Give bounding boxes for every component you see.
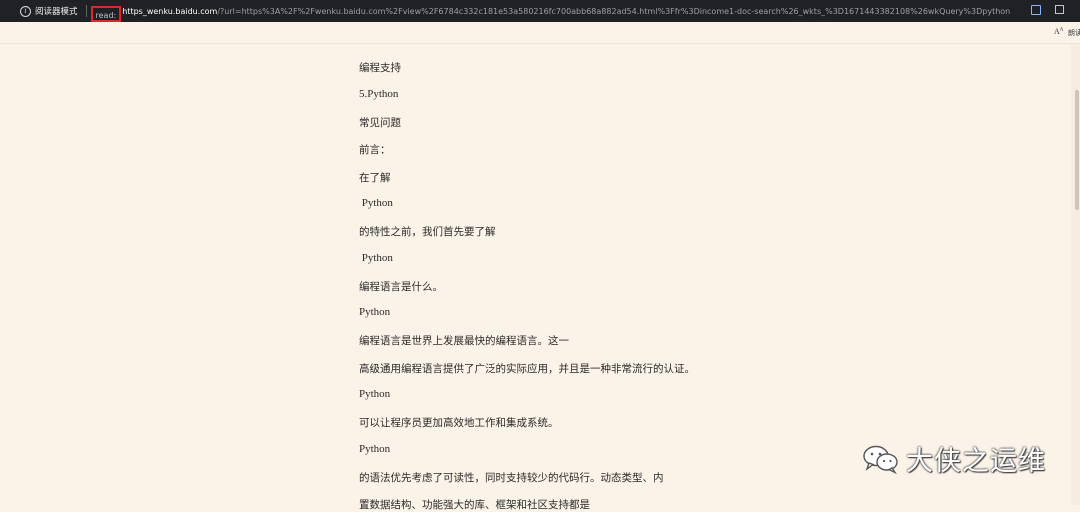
divider	[85, 5, 87, 17]
watermark: 大侠之运维	[862, 439, 1046, 478]
url-path: /?url=https%3A%2F%2Fwenku.baidu.com%2Fvi…	[217, 6, 1011, 16]
scrollbar-thumb[interactable]	[1075, 90, 1079, 210]
url-host: https_wenku.baidu.com	[122, 6, 218, 16]
paragraph: 编程支持	[359, 62, 401, 74]
paragraph: Python	[359, 443, 391, 455]
info-icon: i	[20, 5, 31, 17]
scrollbar[interactable]	[1071, 44, 1080, 505]
text-preferences-icon[interactable]: AA	[1054, 27, 1063, 36]
reader-toolbar: AA 朗读	[0, 22, 1080, 44]
immersive-reader-icon[interactable]	[1031, 5, 1041, 15]
paragraph: 常见问题	[359, 117, 401, 129]
paragraph: 编程语言是世界上发展最快的编程语言。这一	[359, 335, 569, 347]
reader-mode-label: 阅读器模式	[35, 7, 78, 17]
paragraph: 高级通用编程语言提供了广泛的实际应用，并且是一种非常流行的认证。	[359, 363, 695, 375]
paragraph: 的特性之前，我们首先要了解	[359, 226, 496, 238]
url-field[interactable]: read: https_wenku.baidu.com /?url=https%…	[90, 3, 1011, 22]
paragraph: Python	[359, 306, 391, 318]
paragraph: Python	[359, 388, 391, 400]
read-aloud-label[interactable]: 朗读	[1068, 28, 1080, 38]
paragraph: 前言：	[359, 144, 391, 156]
paragraph: 5.Python	[359, 88, 399, 100]
wechat-icon	[863, 445, 898, 474]
address-bar[interactable]: i 阅读器模式 read: https_wenku.baidu.com /?ur…	[0, 0, 1080, 22]
watermark-text: 大侠之运维	[906, 446, 1046, 477]
paragraph: Python	[359, 252, 393, 264]
paragraph: 可以让程序员更加高效地工作和集成系统。	[359, 417, 559, 429]
reader-mode-badge[interactable]: i 阅读器模式	[0, 0, 78, 22]
address-bar-icons	[1031, 5, 1064, 15]
paragraph: 的语法优先考虑了可读性，同时支持较少的代码行。动态类型、内	[359, 472, 664, 484]
paragraph: Python	[359, 197, 393, 209]
url-prefix-highlight: read:	[90, 6, 122, 22]
tab-actions-icon[interactable]	[1055, 5, 1064, 14]
paragraph: 编程语言是什么。	[359, 281, 443, 293]
paragraph: 在了解	[359, 172, 391, 184]
